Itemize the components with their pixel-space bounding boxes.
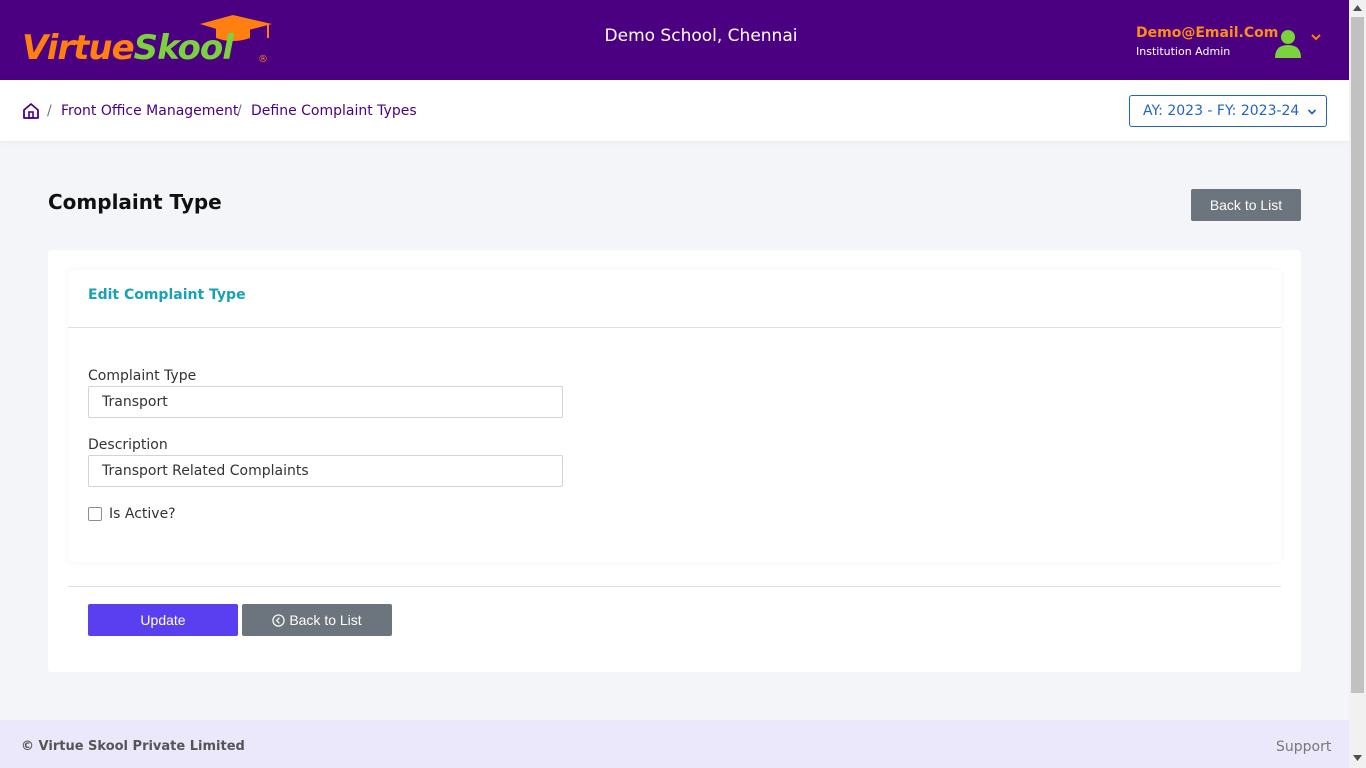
breadcrumb-front-office[interactable]: Front Office Management: [61, 103, 238, 119]
top-header: VirtueSkool ® Demo School, Chennai Demo@…: [0, 0, 1349, 80]
section-title: Edit Complaint Type: [88, 287, 246, 303]
description-label: Description: [88, 437, 168, 453]
user-email[interactable]: Demo@Email.Com: [1136, 25, 1278, 41]
breadcrumb-bar: / Front Office Management / Define Compl…: [0, 80, 1349, 141]
breadcrumb-define-complaint-types[interactable]: Define Complaint Types: [251, 103, 417, 119]
home-icon[interactable]: [22, 102, 40, 120]
scroll-up-arrow-icon[interactable]: [1353, 5, 1362, 11]
complaint-type-input[interactable]: [88, 386, 563, 418]
user-icon[interactable]: [1274, 28, 1302, 58]
back-to-list-button[interactable]: Back to List: [1191, 189, 1301, 221]
support-link[interactable]: Support: [1276, 739, 1331, 755]
is-active-label[interactable]: Is Active?: [109, 506, 176, 522]
arrow-left-circle-icon: [272, 614, 285, 627]
footer: © Virtue Skool Private Limited Support: [0, 720, 1349, 768]
scrollbar-thumb[interactable]: [1351, 17, 1364, 693]
description-input[interactable]: [88, 455, 563, 487]
chevron-down-icon[interactable]: [1310, 31, 1322, 43]
form-card: Edit Complaint Type Complaint Type Descr…: [48, 250, 1301, 672]
breadcrumb-separator: /: [237, 103, 242, 119]
vertical-scrollbar[interactable]: [1349, 0, 1366, 768]
academic-year-select[interactable]: AY: 2023 - FY: 2023-24: [1129, 95, 1327, 127]
complaint-type-label: Complaint Type: [88, 368, 197, 384]
back-to-list-bottom-button[interactable]: Back to List: [242, 604, 392, 636]
breadcrumb-separator: /: [47, 103, 52, 119]
logo-part-virtue: Virtue: [22, 28, 135, 68]
section-header: Edit Complaint Type: [68, 270, 1281, 328]
user-role: Institution Admin: [1136, 45, 1231, 58]
logo-part-skool: Skool: [133, 28, 234, 68]
form-divider: [68, 586, 1281, 587]
logo-wordmark: VirtueSkool: [22, 28, 234, 68]
update-button[interactable]: Update: [88, 604, 238, 636]
copyright-text: © Virtue Skool Private Limited: [21, 739, 245, 754]
page: VirtueSkool ® Demo School, Chennai Demo@…: [0, 0, 1349, 768]
logo-registered-mark: ®: [258, 54, 268, 65]
academic-year-value: AY: 2023 - FY: 2023-24: [1143, 103, 1300, 119]
edit-section: Edit Complaint Type Complaint Type Descr…: [68, 270, 1281, 562]
is-active-checkbox[interactable]: [88, 507, 102, 521]
back-to-list-bottom-label: Back to List: [289, 612, 362, 628]
school-name: Demo School, Chennai: [604, 26, 798, 46]
page-title: Complaint Type: [48, 190, 222, 214]
scroll-down-arrow-icon[interactable]: [1353, 755, 1362, 761]
virtueskool-logo[interactable]: VirtueSkool ®: [22, 14, 272, 70]
chevron-down-icon: [1307, 109, 1317, 115]
